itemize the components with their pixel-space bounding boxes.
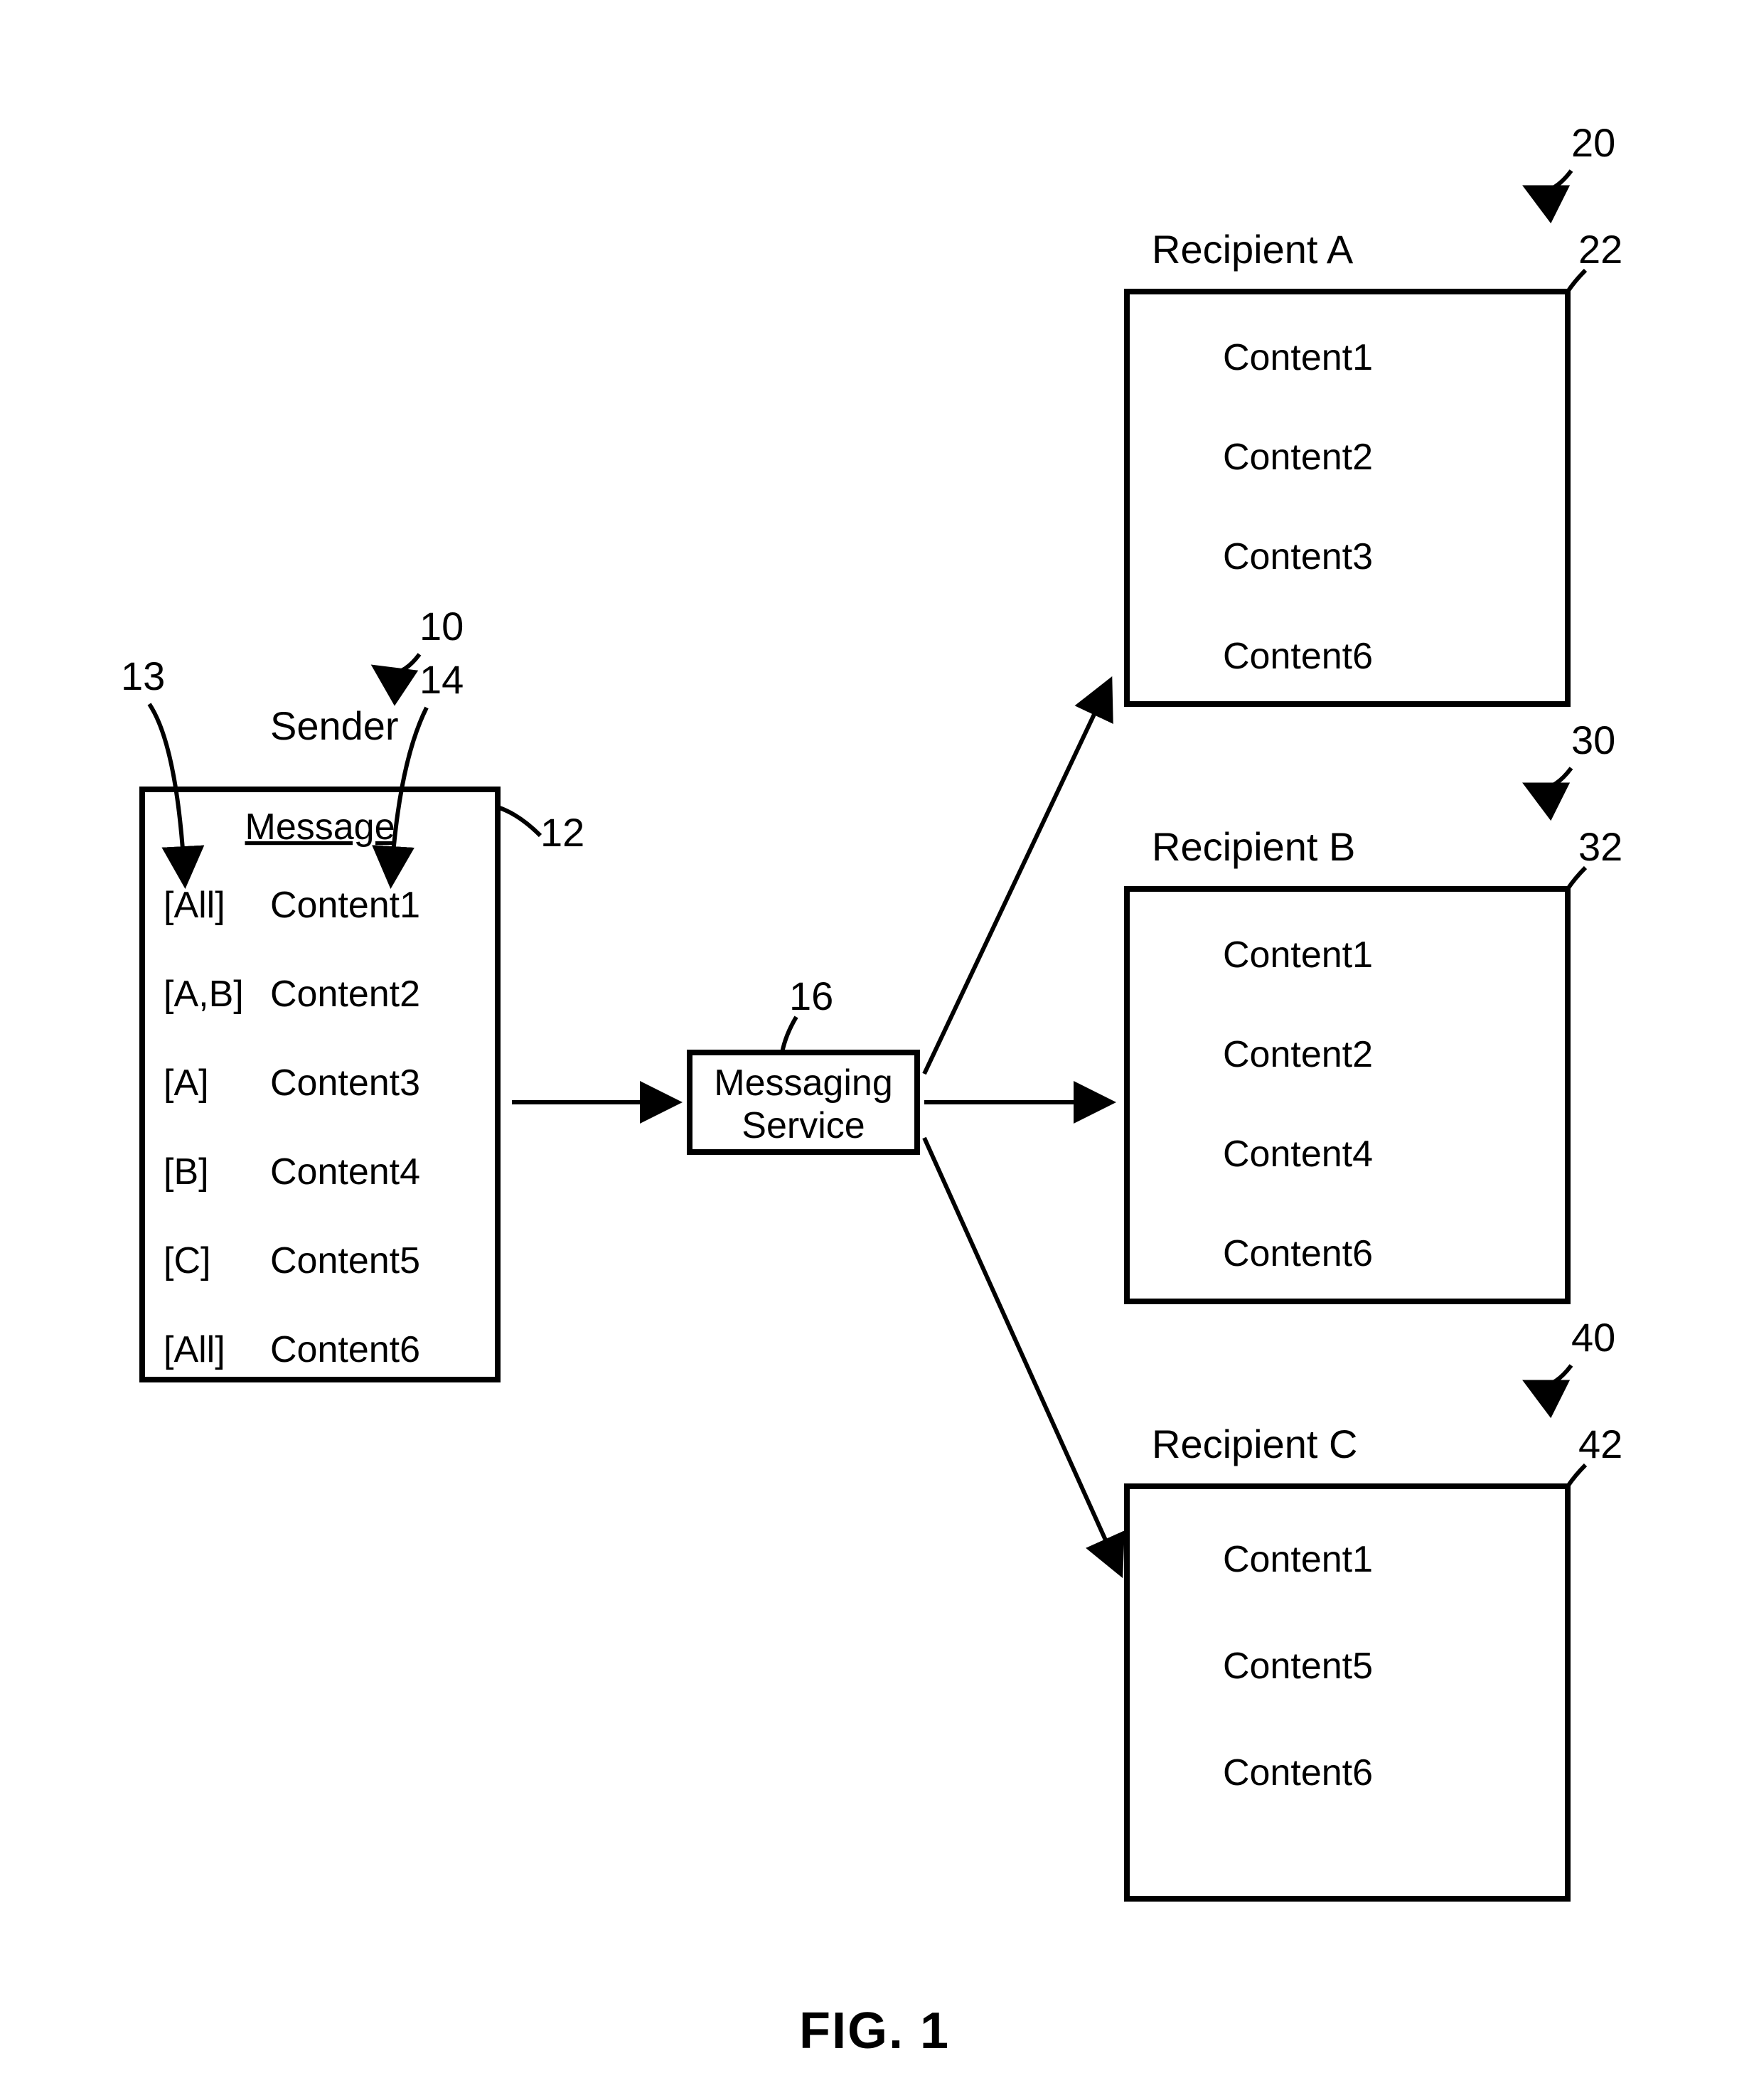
msg-tag: [All]	[164, 885, 225, 926]
list-item: Content2	[1223, 1034, 1373, 1075]
sender-title: Sender	[270, 703, 399, 748]
message-header: Message	[245, 806, 395, 848]
arrow-service-to-c	[924, 1138, 1120, 1572]
list-item: Content2	[1223, 437, 1373, 478]
leader-30	[1529, 768, 1571, 789]
msg-content: Content4	[270, 1151, 420, 1193]
list-item: Content3	[1223, 536, 1373, 577]
message-row: [B] Content4	[164, 1151, 420, 1193]
leader-16	[782, 1017, 796, 1052]
message-row: [All] Content6	[164, 1329, 420, 1370]
ref-32: 32	[1578, 824, 1622, 869]
ref-22: 22	[1578, 227, 1622, 272]
arrow-service-to-a	[924, 683, 1109, 1074]
ref-30: 30	[1571, 718, 1615, 762]
ref-14: 14	[419, 657, 464, 702]
recipient-a-title: Recipient A	[1152, 227, 1354, 272]
msg-tag: [B]	[164, 1151, 209, 1193]
service-line1: Messaging	[714, 1062, 892, 1104]
ref-42: 42	[1578, 1422, 1622, 1466]
leader-42	[1568, 1465, 1585, 1486]
recipient-c-title: Recipient C	[1152, 1422, 1357, 1466]
msg-tag: [All]	[164, 1329, 225, 1370]
ref-20: 20	[1571, 120, 1615, 165]
leader-10	[377, 654, 419, 673]
list-item: Content1	[1223, 337, 1373, 378]
leader-12	[498, 807, 540, 836]
recipient-a-group: Recipient A Content1 Content2 Content3 C…	[1127, 120, 1622, 704]
list-item: Content4	[1223, 1134, 1373, 1175]
leader-22	[1568, 270, 1585, 292]
figure-label: FIG. 1	[799, 2003, 950, 2059]
msg-tag: [C]	[164, 1240, 210, 1281]
list-item: Content5	[1223, 1646, 1373, 1687]
recipient-b-group: Recipient B Content1 Content2 Content4 C…	[1127, 718, 1622, 1301]
recipient-b-title: Recipient B	[1152, 824, 1355, 869]
sender-group: Sender Message [All] Content1 [A,B] Cont…	[121, 604, 584, 1380]
msg-tag: [A]	[164, 1062, 209, 1104]
msg-content: Content6	[270, 1329, 420, 1370]
message-row: [A,B] Content2	[164, 974, 420, 1015]
message-row: [A] Content3	[164, 1062, 420, 1104]
leader-40	[1529, 1365, 1571, 1386]
list-item: Content6	[1223, 1233, 1373, 1274]
service-group: Messaging Service 16	[690, 974, 917, 1152]
list-item: Content6	[1223, 636, 1373, 677]
message-row: [All] Content1	[164, 885, 420, 926]
list-item: Content1	[1223, 934, 1373, 976]
msg-content: Content3	[270, 1062, 420, 1104]
ref-13: 13	[121, 654, 165, 698]
msg-content: Content2	[270, 974, 420, 1015]
list-item: Content6	[1223, 1752, 1373, 1793]
ref-10: 10	[419, 604, 464, 649]
recipient-c-group: Recipient C Content1 Content5 Content6 4…	[1127, 1315, 1622, 1899]
leader-32	[1568, 868, 1585, 889]
message-row: [C] Content5	[164, 1240, 420, 1281]
msg-content: Content1	[270, 885, 420, 926]
ref-16: 16	[789, 974, 833, 1018]
list-item: Content1	[1223, 1539, 1373, 1580]
ref-40: 40	[1571, 1315, 1615, 1360]
service-line2: Service	[742, 1105, 865, 1146]
ref-12: 12	[540, 810, 584, 855]
leader-20	[1529, 171, 1571, 191]
msg-tag: [A,B]	[164, 974, 244, 1015]
msg-content: Content5	[270, 1240, 420, 1281]
